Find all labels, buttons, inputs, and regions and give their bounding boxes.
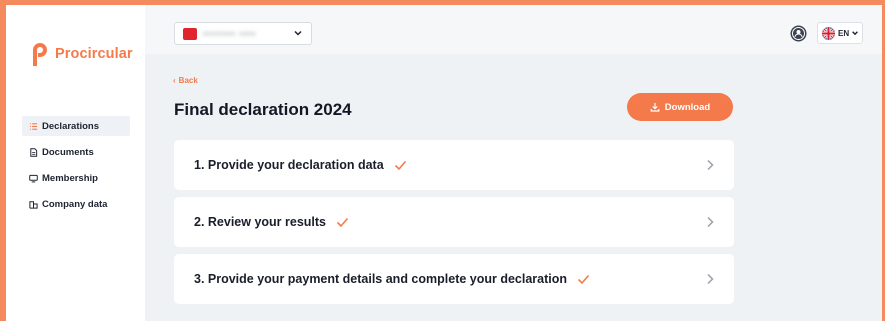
sidebar-item-label: Membership <box>42 172 98 184</box>
download-icon <box>650 103 660 112</box>
building-icon <box>28 199 38 209</box>
download-label: Download <box>664 101 711 113</box>
sidebar-item-label: Company data <box>42 198 108 210</box>
language-selector[interactable]: EN <box>817 22 863 44</box>
chevron-right-icon <box>707 216 714 228</box>
step-label: 1. Provide your declaration data <box>194 158 384 172</box>
step-label: 2. Review your results <box>194 215 327 229</box>
back-label: Back <box>178 76 198 85</box>
sidebar-item-membership[interactable]: Membership <box>22 168 130 188</box>
sidebar-item-label: Declarations <box>42 120 100 132</box>
sidebar-item-documents[interactable]: Documents <box>22 142 130 162</box>
list-icon <box>28 121 38 131</box>
sidebar-item-label: Documents <box>42 146 94 158</box>
language-code: EN <box>838 28 850 38</box>
main-content: •••••••• •••• EN ‹ Back Final declaratio… <box>145 5 882 321</box>
step-card-declaration-data[interactable]: 1. Provide your declaration data <box>174 140 734 190</box>
checkmark-icon <box>336 217 349 227</box>
sidebar: Procircular Declarations Documents Membe… <box>6 5 145 321</box>
back-link[interactable]: ‹ Back <box>173 76 198 85</box>
top-bar: •••••••• •••• EN <box>145 5 882 54</box>
uk-flag-icon <box>822 26 835 40</box>
chevron-right-icon <box>707 273 714 285</box>
user-account-icon[interactable] <box>790 25 807 42</box>
step-label: 3. Provide your payment details and comp… <box>194 272 568 286</box>
sidebar-item-declarations[interactable]: Declarations <box>22 116 130 136</box>
download-button[interactable]: Download <box>627 93 733 121</box>
brand-name: Procircular <box>55 46 133 62</box>
document-icon <box>28 147 38 157</box>
company-flag-icon <box>183 27 197 40</box>
chevron-left-icon: ‹ <box>173 76 176 85</box>
company-name: •••••••• •••• <box>203 28 257 39</box>
procircular-logo-icon <box>33 43 47 66</box>
step-card-review-results[interactable]: 2. Review your results <box>174 197 734 247</box>
sidebar-nav: Declarations Documents Membership Compan… <box>22 116 130 220</box>
step-card-payment-details[interactable]: 3. Provide your payment details and comp… <box>174 254 734 304</box>
chevron-down-icon <box>852 31 859 36</box>
chevron-down-icon <box>294 30 302 36</box>
page-title: Final declaration 2024 <box>174 100 352 119</box>
sidebar-item-company-data[interactable]: Company data <box>22 194 130 214</box>
checkmark-icon <box>577 274 590 284</box>
brand-logo[interactable]: Procircular <box>30 41 133 67</box>
checkmark-icon <box>394 160 406 170</box>
membership-card-icon <box>28 173 38 183</box>
company-selector[interactable]: •••••••• •••• <box>174 22 312 45</box>
chevron-right-icon <box>707 159 714 171</box>
